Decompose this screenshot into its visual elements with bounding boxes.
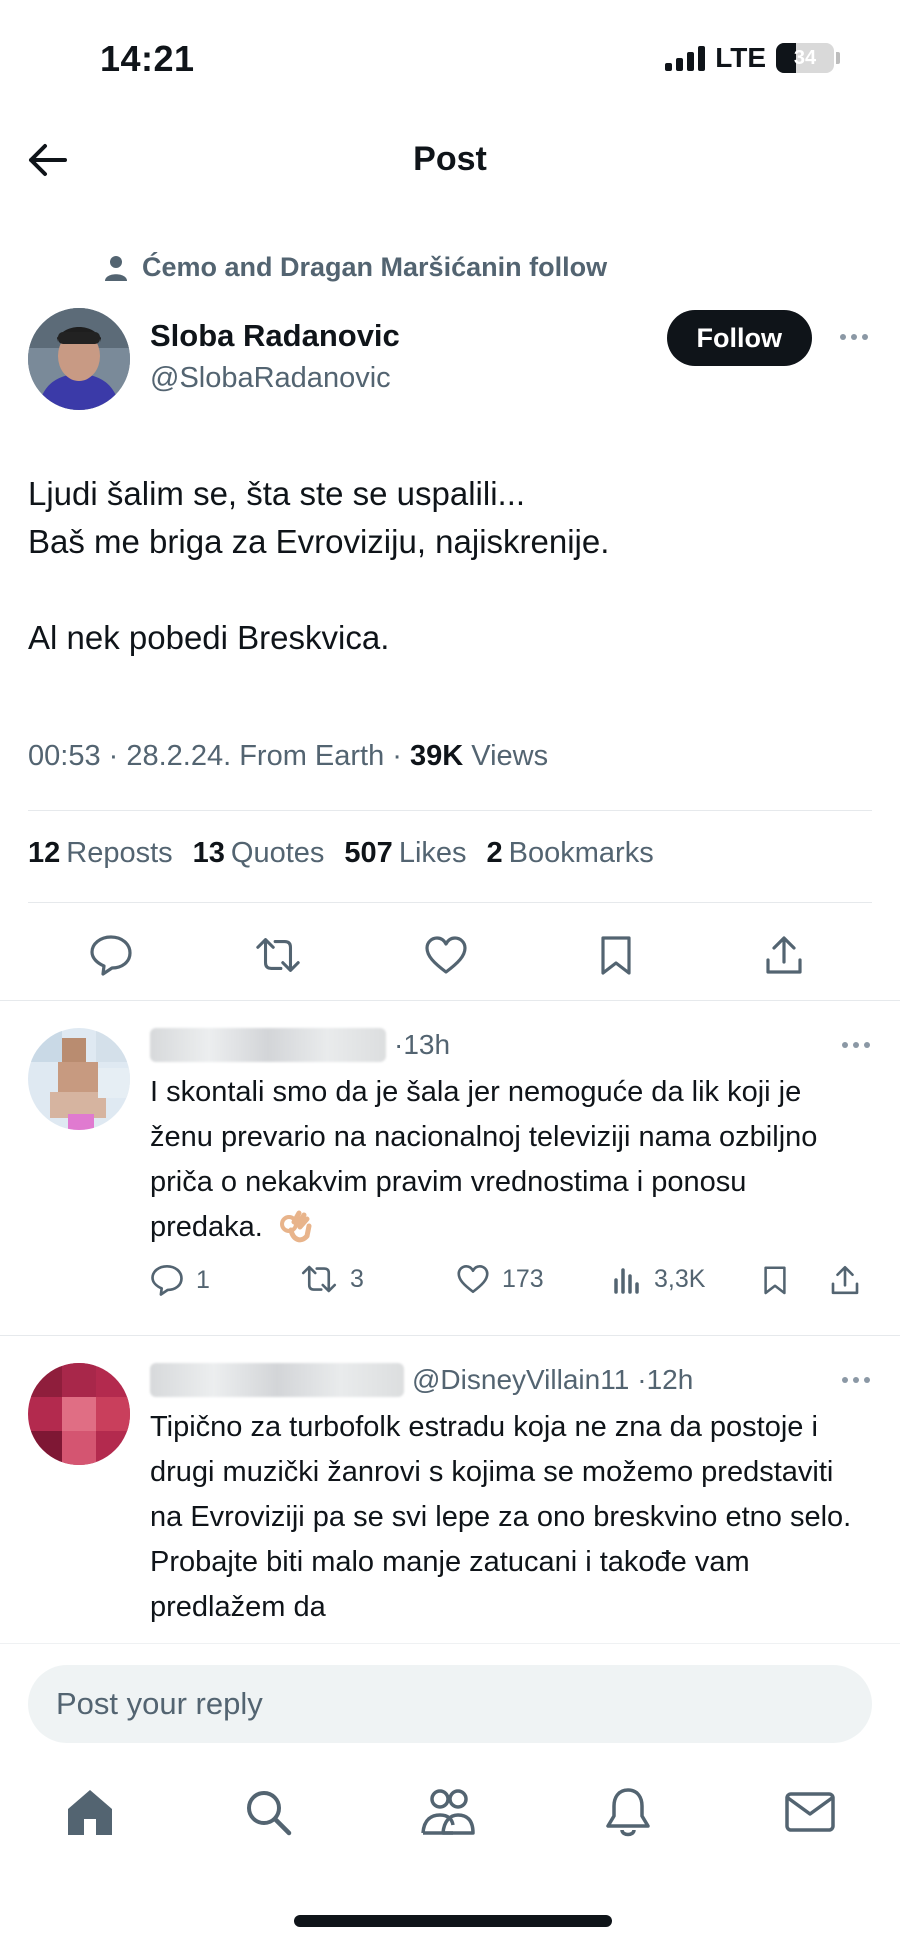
reply-time: ·12h	[637, 1364, 694, 1395]
reply-bookmark-action[interactable]	[762, 1264, 788, 1296]
views-label: Views	[463, 740, 549, 772]
notifications-icon[interactable]	[596, 1780, 660, 1844]
reply-handle[interactable]: @DisneyVillain11	[412, 1364, 629, 1396]
post-text-line: Baš me briga za Evroviziju, najiskrenije…	[28, 523, 610, 560]
search-icon[interactable]	[236, 1780, 300, 1844]
reply-icon	[151, 1264, 183, 1296]
reply-views-action[interactable]: 3,3K	[612, 1264, 705, 1294]
status-time: 14:21	[100, 38, 195, 79]
like-icon	[457, 1264, 489, 1294]
home-icon[interactable]	[58, 1780, 122, 1844]
battery-icon: 34	[776, 43, 834, 73]
post-meta: 00:53 · 28.2.24. From Earth · 39K Views	[28, 740, 548, 773]
bookmark-icon	[764, 1266, 786, 1295]
reply-text: Tipično za turbofolk estradu koja ne zna…	[150, 1411, 852, 1623]
post-timestamp[interactable]: 00:53 · 28.2.24. From Earth ·	[28, 740, 410, 772]
more-options-icon[interactable]	[842, 1042, 870, 1048]
communities-icon[interactable]	[416, 1780, 480, 1844]
author-handle[interactable]: @SlobaRadanovic	[150, 362, 391, 395]
reply-icon[interactable]	[87, 931, 135, 979]
social-context[interactable]: Ćemo and Dragan Maršićanin follow	[104, 252, 607, 283]
reply-time: ·13h	[394, 1029, 451, 1060]
quotes-stat[interactable]: 13 Quotes	[193, 837, 325, 870]
composer-divider	[0, 1643, 900, 1644]
nav-header: Post	[0, 120, 900, 200]
reply-reply-action[interactable]: 1	[150, 1264, 210, 1296]
repost-icon	[301, 1265, 337, 1293]
author-name[interactable]: Sloba Radanovic	[150, 318, 400, 354]
post-text-line: Ljudi šalim se, šta ste se uspalili...	[28, 475, 526, 512]
battery-percent: 34	[793, 46, 817, 69]
engagement-stats: 12 Reposts 13 Quotes 507 Likes 2 Bookmarks	[28, 837, 654, 870]
views-icon	[614, 1268, 639, 1294]
avatar[interactable]	[28, 308, 130, 410]
network-type: LTE	[715, 42, 766, 73]
reply-text: I skontali smo da je šala jer nemoguće d…	[150, 1070, 864, 1250]
post-text-line	[28, 566, 860, 614]
views-count: 39K	[410, 740, 464, 772]
bookmarks-stat[interactable]: 2 Bookmarks	[487, 837, 654, 870]
more-options-icon[interactable]	[842, 1377, 870, 1383]
more-options-icon[interactable]	[840, 334, 868, 340]
reply-avatar[interactable]	[28, 1363, 130, 1465]
reply-like-action[interactable]: 173	[456, 1264, 544, 1294]
author-row: Sloba Radanovic @SlobaRadanovic Follow	[28, 306, 872, 410]
repost-icon[interactable]	[254, 931, 302, 979]
ok-hand-emoji-icon	[279, 1210, 312, 1243]
share-icon	[831, 1265, 859, 1295]
person-icon	[105, 255, 127, 281]
divider	[28, 902, 872, 903]
tab-bar	[0, 1780, 900, 1870]
reply-avatar[interactable]	[28, 1028, 130, 1130]
post-text: Ljudi šalim se, šta ste se uspalili... B…	[28, 470, 860, 662]
share-icon[interactable]	[760, 931, 808, 979]
status-bar: 14:21 LTE 34	[0, 0, 900, 120]
reply-share-action[interactable]	[830, 1264, 860, 1296]
reply-header: ·13h	[150, 1028, 450, 1062]
page-title: Post	[413, 140, 487, 178]
status-indicators: LTE 34	[665, 42, 840, 74]
social-context-text: Ćemo and Dragan Maršićanin follow	[142, 252, 608, 282]
reply-input[interactable]	[28, 1665, 872, 1743]
signal-icon	[665, 45, 706, 71]
like-icon[interactable]	[422, 931, 470, 979]
blurred-username[interactable]	[150, 1363, 404, 1397]
follow-button[interactable]: Follow	[666, 310, 812, 366]
likes-stat[interactable]: 507 Likes	[344, 837, 466, 870]
divider	[28, 810, 872, 811]
reply-action-bar: 1 3 173 3,3K	[150, 1264, 870, 1304]
reply-repost-action[interactable]: 3	[300, 1264, 364, 1294]
bookmark-icon[interactable]	[592, 931, 640, 979]
post-text-line: Al nek pobedi Breskvica.	[28, 619, 390, 656]
reposts-stat[interactable]: 12 Reposts	[28, 837, 173, 870]
home-indicator	[294, 1915, 612, 1927]
blurred-username[interactable]	[150, 1028, 386, 1062]
reply-item[interactable]: ·13h I skontali smo da je šala jer nemog…	[0, 1000, 900, 1335]
reply-header: @DisneyVillain11 ·12h	[150, 1363, 693, 1397]
battery-nub	[836, 52, 840, 64]
reply-item[interactable]: @DisneyVillain11 ·12h Tipično za turbofo…	[0, 1335, 900, 1643]
post-action-bar	[0, 925, 900, 985]
messages-icon[interactable]	[778, 1780, 842, 1844]
